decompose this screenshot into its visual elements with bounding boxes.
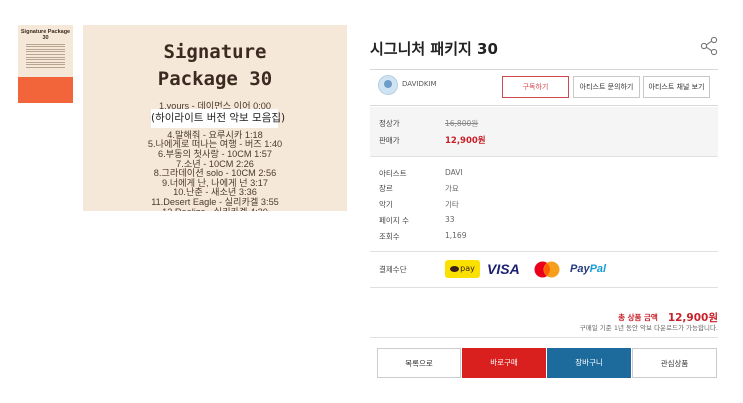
buy-now-button[interactable]: 바로구매	[462, 348, 546, 378]
divider-info	[370, 251, 718, 252]
artist-value: DAVI	[445, 168, 463, 177]
cover-title: Signature Package 30	[83, 39, 347, 93]
cover-title-line2: Package 30	[157, 68, 273, 90]
track-line: 12.Realize - 실리카겔 4:30	[83, 207, 347, 211]
list-price-value: 16,800원	[445, 119, 479, 128]
cover-caption: (하이라이트 버전 악보 모음집)	[151, 109, 285, 128]
subscribe-button[interactable]: 구독하기	[502, 76, 569, 98]
product-title: 시그니처 패키지 30	[370, 40, 498, 58]
instrument-value: 기타	[445, 200, 459, 209]
back-to-list-button[interactable]: 목록으로	[377, 348, 461, 378]
list-price-label: 정상가	[379, 119, 400, 128]
price-box	[370, 107, 718, 157]
instrument-label: 악기	[379, 200, 393, 209]
download-note: 구매일 기준 1년 동안 악보 다운로드가 가능합니다.	[579, 324, 718, 332]
payment-label: 결제수단	[379, 265, 407, 274]
pages-value: 33	[445, 215, 455, 224]
total-label: 총 상품 금액	[618, 313, 658, 322]
kakao-bubble-icon	[450, 265, 460, 272]
genre-value: 가요	[445, 184, 459, 193]
thumbnail-track-lines	[26, 42, 65, 70]
divider-payment	[370, 287, 718, 288]
thumbnail-cover: Signature Package 30	[18, 25, 73, 77]
artist-label: 아티스트	[379, 169, 407, 178]
sale-price-value: 12,900원	[445, 136, 486, 146]
genre-label: 장르	[379, 184, 393, 193]
thumbnail-title: Signature Package 30	[20, 29, 71, 41]
visa-logo: VISA	[487, 261, 520, 277]
seller-avatar[interactable]	[378, 75, 398, 95]
artist-channel-button[interactable]: 아티스트 채널 보기	[643, 76, 710, 98]
artist-inquiry-button[interactable]: 아티스트 문의하기	[573, 76, 640, 98]
kakaopay-text: pay	[460, 264, 475, 273]
cover-title-line1: Signature	[163, 41, 267, 63]
mastercard-icon	[534, 261, 560, 278]
wishlist-button[interactable]: 관심상품	[632, 348, 717, 378]
views-value: 1,169	[445, 231, 467, 240]
views-label: 조회수	[379, 232, 400, 241]
paypal-logo: PayPal	[570, 263, 607, 275]
sale-price-label: 판매가	[379, 136, 400, 145]
pages-label: 페이지 수	[379, 216, 409, 225]
thumbnail[interactable]: Signature Package 30	[18, 25, 73, 103]
seller-name[interactable]: DAVIDKIM	[402, 80, 437, 88]
divider-total	[370, 337, 718, 338]
kakaopay-logo: pay	[445, 260, 480, 278]
add-to-cart-button[interactable]: 장바구니	[547, 348, 631, 378]
share-icon[interactable]	[699, 36, 719, 56]
